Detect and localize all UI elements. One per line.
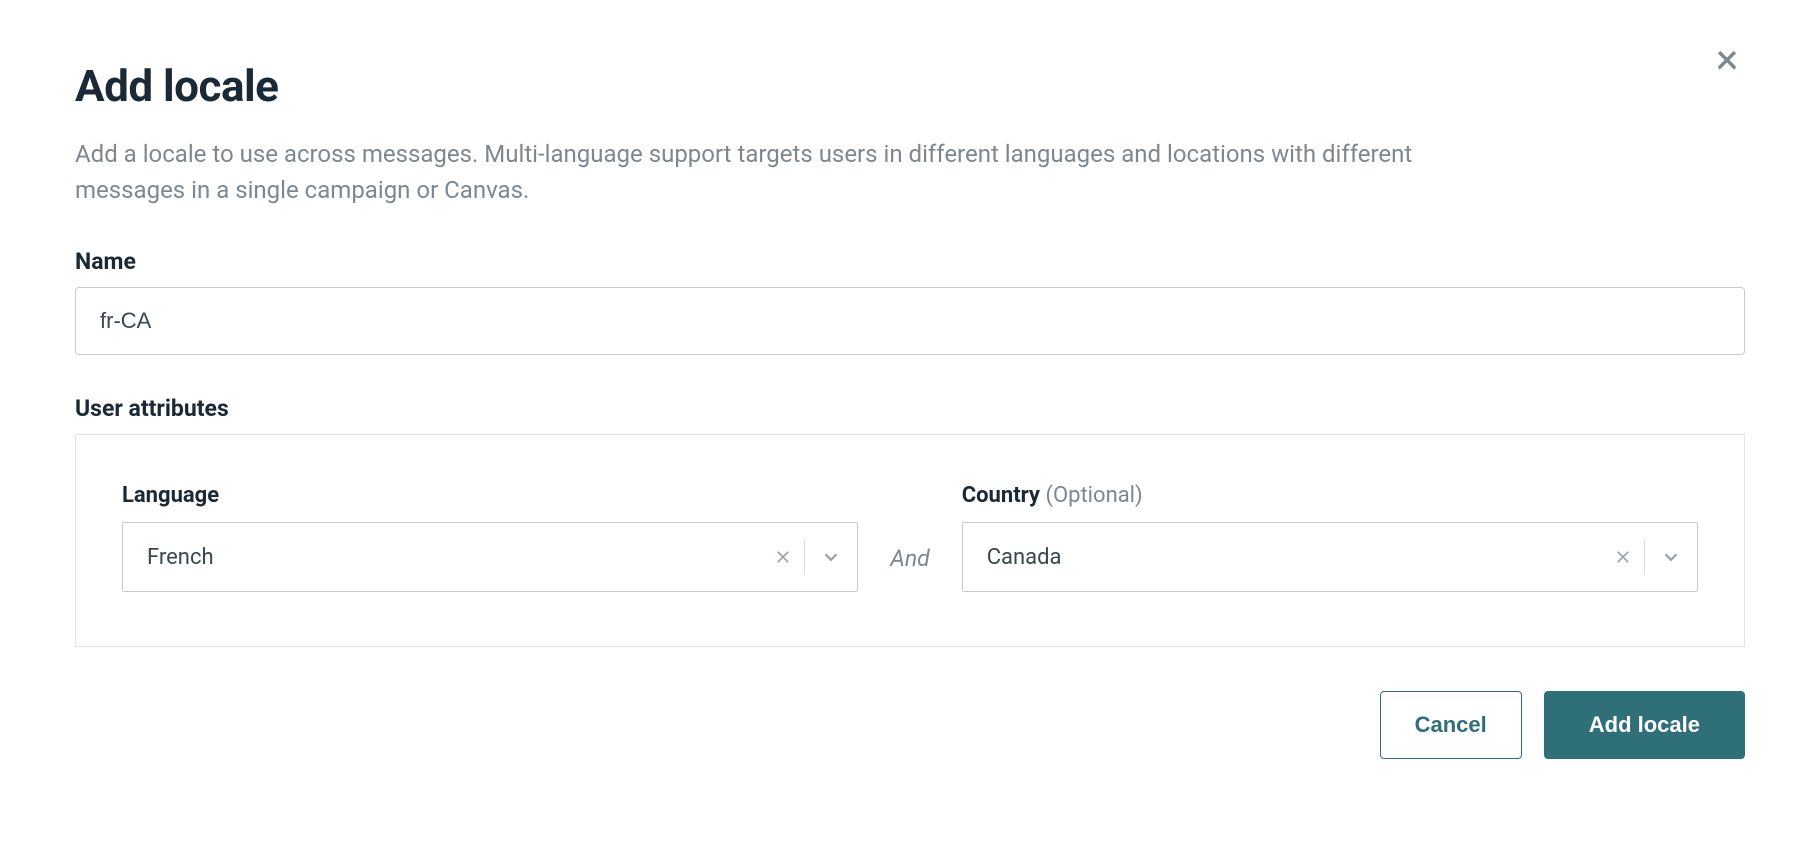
and-separator: And [890,545,929,592]
modal-footer: Cancel Add locale [75,691,1745,759]
language-label: Language [122,483,858,508]
country-select[interactable]: Canada [962,522,1698,592]
language-value: French [147,545,762,570]
country-label-text: Country [962,483,1040,508]
add-locale-modal: Add locale Add a locale to use across me… [75,60,1745,759]
country-value: Canada [987,545,1602,570]
language-caret[interactable] [805,546,857,568]
chevron-down-icon [1660,546,1682,568]
country-clear-button[interactable] [1602,547,1644,567]
modal-description: Add a locale to use across messages. Mul… [75,136,1515,208]
name-input[interactable] [75,287,1745,355]
close-icon [1713,46,1741,74]
user-attributes-box: Language French [75,434,1745,647]
clear-icon [773,547,793,567]
country-select-controls [1602,523,1697,591]
cancel-button[interactable]: Cancel [1380,691,1522,759]
add-locale-button[interactable]: Add locale [1544,691,1745,759]
modal-title: Add locale [75,60,1745,112]
language-select-controls [762,523,857,591]
language-column: Language French [122,483,858,592]
country-column: Country (Optional) Canada [962,483,1698,592]
name-label: Name [75,248,1745,275]
user-attributes-label: User attributes [75,395,1745,422]
language-clear-button[interactable] [762,547,804,567]
country-optional-text: (Optional) [1045,483,1142,508]
country-caret[interactable] [1645,546,1697,568]
chevron-down-icon [820,546,842,568]
close-button[interactable] [1709,42,1745,78]
clear-icon [1613,547,1633,567]
language-select[interactable]: French [122,522,858,592]
country-label: Country (Optional) [962,483,1698,508]
